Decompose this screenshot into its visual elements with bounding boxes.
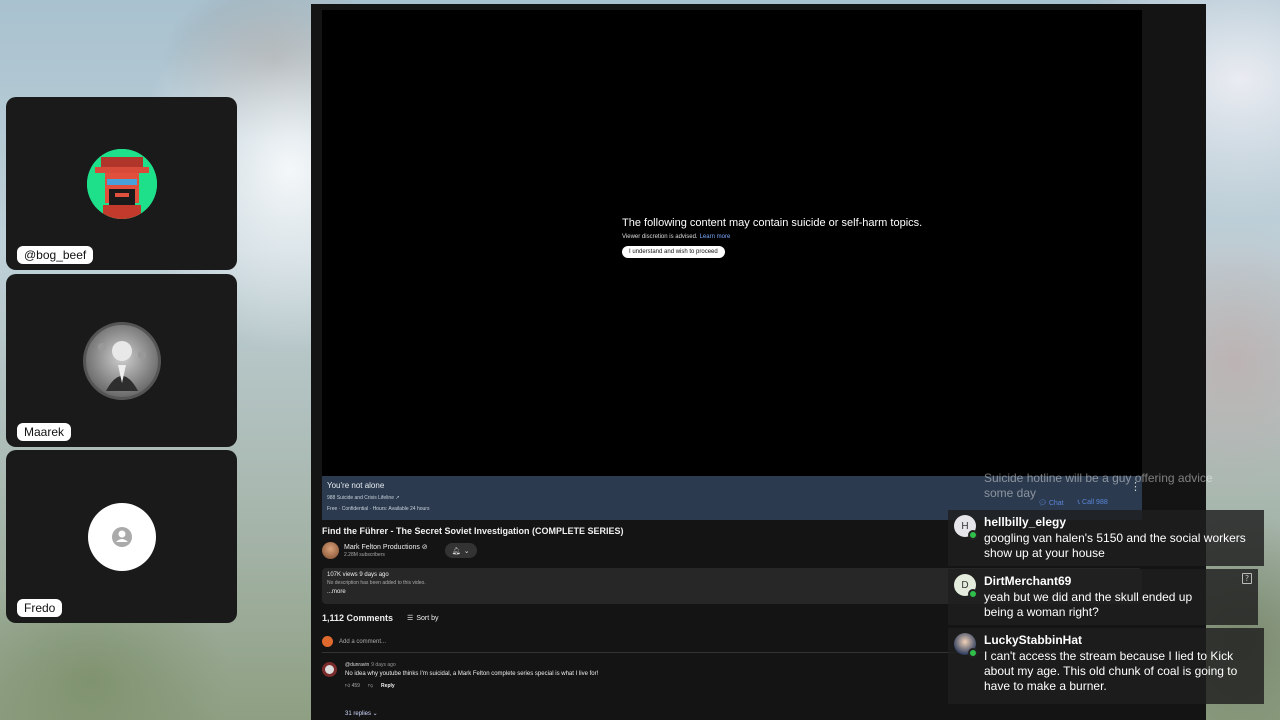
channel-avatar[interactable] <box>322 542 339 559</box>
sort-by-button[interactable]: ☰ Sort by <box>407 614 438 623</box>
proceed-button[interactable]: I understand and wish to proceed <box>622 246 725 258</box>
warning-subtitle: Viewer discretion is advised. Learn more <box>622 234 731 240</box>
comments-header: 1,112 Comments ☰ Sort by <box>322 613 439 623</box>
warning-title: The following content may contain suicid… <box>622 217 923 229</box>
verified-badge-icon <box>968 648 978 658</box>
channel-subscribers: 2.28M subscribers <box>344 552 385 558</box>
video-player[interactable]: The following content may contain suicid… <box>322 10 1142 476</box>
chat-message: LuckyStabbinHat I can't access the strea… <box>948 628 1264 704</box>
crisis-actions: 💬︎ Chat 📞︎ Call 988 <box>1038 499 1108 507</box>
learn-more-link[interactable]: Learn more <box>700 234 731 240</box>
avatar <box>87 502 156 571</box>
chat-link[interactable]: 💬︎ Chat <box>1038 499 1064 507</box>
chat-text: googling van halen's 5150 and the social… <box>984 531 1246 560</box>
participant-name: Fredo <box>17 599 63 617</box>
reply-button[interactable]: Reply <box>381 683 395 689</box>
participant-name: Maarek <box>17 423 72 441</box>
more-options-icon[interactable]: ⋮ <box>1130 480 1141 493</box>
chevron-down-icon: ⌄ <box>463 547 470 555</box>
comment-actions: 👍︎ 459 👎︎ Reply <box>345 683 865 689</box>
comment-author[interactable]: @dunravin 9 days ago <box>345 662 865 668</box>
comment-text: No idea why youtube thinks I'm suicidal,… <box>345 671 599 677</box>
notification-bell-button[interactable]: 🔔︎ ⌄ <box>444 543 477 558</box>
chat-message: H hellbilly_elegy googling van halen's 5… <box>948 510 1264 566</box>
chat-username[interactable]: LuckyStabbinHat <box>984 633 1256 647</box>
call-link[interactable]: 📞︎ Call 988 <box>1078 499 1108 507</box>
participant-card-maarek[interactable]: Maarek <box>6 274 237 447</box>
user-icon <box>111 526 132 547</box>
video-title: Find the Führer - The Secret Soviet Inve… <box>322 526 624 536</box>
replies-toggle[interactable]: 31 replies ⌄ <box>345 710 425 717</box>
channel-name[interactable]: Mark Felton Productions ⊘ <box>344 543 428 551</box>
dislike-icon[interactable]: 👎︎ <box>368 683 373 689</box>
verified-badge-icon <box>968 589 978 599</box>
chat-text: I can't access the stream because I lied… <box>984 649 1238 693</box>
participant-card-bog-beef[interactable]: @bog_beef <box>6 97 237 270</box>
sort-icon: ☰ <box>407 615 414 622</box>
participant-name: @bog_beef <box>17 246 94 264</box>
avatar <box>322 636 333 647</box>
verified-badge-icon <box>968 530 978 540</box>
avatar <box>82 321 161 400</box>
chat-text: yeah but we did and the skull ended up b… <box>984 590 1193 619</box>
chat-message: D DirtMerchant69 yeah but we did and the… <box>948 569 1258 625</box>
like-button[interactable]: 👍︎ 459 <box>345 683 360 689</box>
participant-card-fredo[interactable]: Fredo <box>6 450 237 623</box>
channel-row: Mark Felton Productions ⊘ 2.28M subscrib… <box>322 542 477 559</box>
chat-faded-message: Suicide hotline will be a guy offering a… <box>984 471 1213 500</box>
content-warning: The following content may contain suicid… <box>622 217 922 258</box>
flag-icon[interactable]: ? <box>1242 573 1252 584</box>
chat-username[interactable]: DirtMerchant69 <box>984 574 1250 588</box>
avatar <box>86 148 157 219</box>
chat-username[interactable]: hellbilly_elegy <box>984 515 1256 529</box>
avatar[interactable] <box>322 662 337 677</box>
comment-count: 1,112 Comments <box>322 613 394 623</box>
bell-icon: 🔔︎ <box>451 547 461 555</box>
